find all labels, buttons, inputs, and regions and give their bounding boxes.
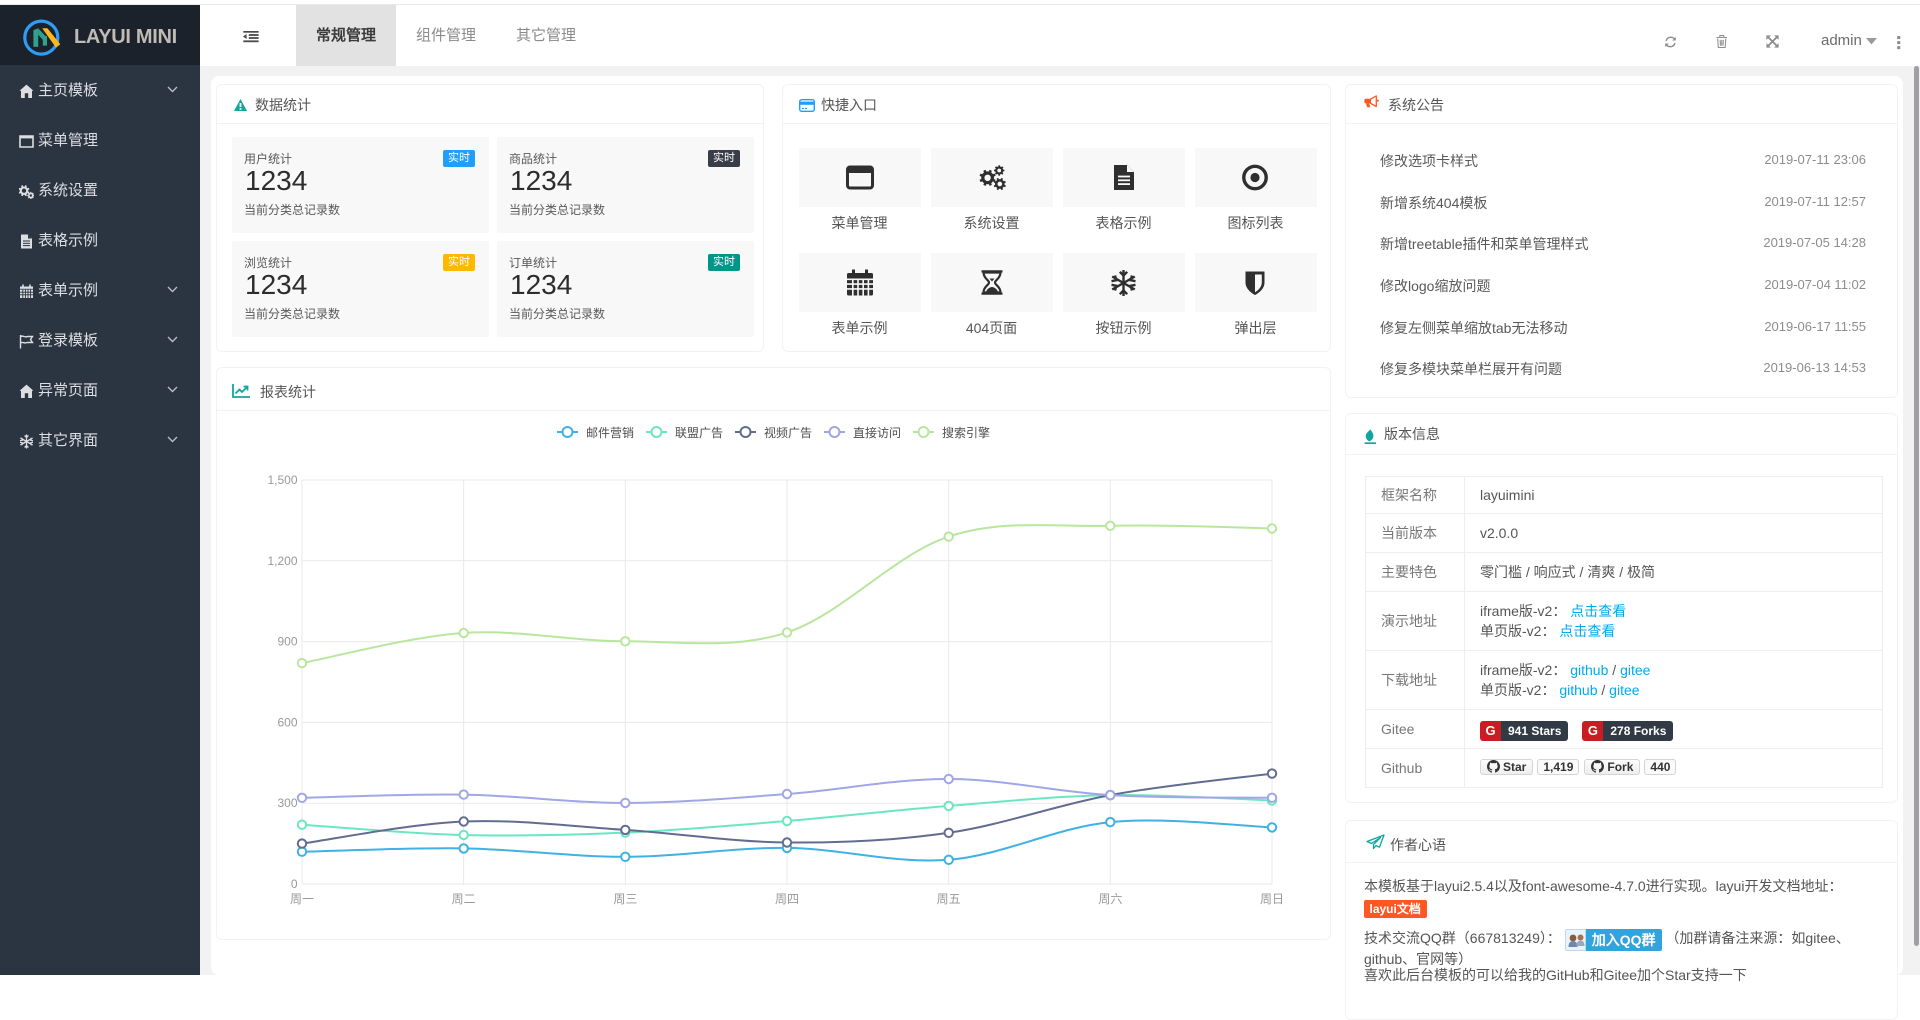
svg-text:周六: 周六 — [1098, 892, 1122, 906]
svg-text:周三: 周三 — [613, 892, 637, 906]
svg-text:周二: 周二 — [452, 892, 476, 906]
svg-text:周日: 周日 — [1260, 892, 1284, 906]
svg-text:周四: 周四 — [775, 892, 799, 906]
svg-text:600: 600 — [277, 715, 297, 729]
svg-text:0: 0 — [291, 877, 298, 891]
svg-text:300: 300 — [277, 796, 297, 810]
svg-text:1,200: 1,200 — [267, 554, 297, 568]
svg-text:900: 900 — [277, 635, 297, 649]
svg-text:周一: 周一 — [290, 892, 314, 906]
svg-text:1,500: 1,500 — [267, 473, 297, 487]
svg-text:周五: 周五 — [937, 892, 961, 906]
